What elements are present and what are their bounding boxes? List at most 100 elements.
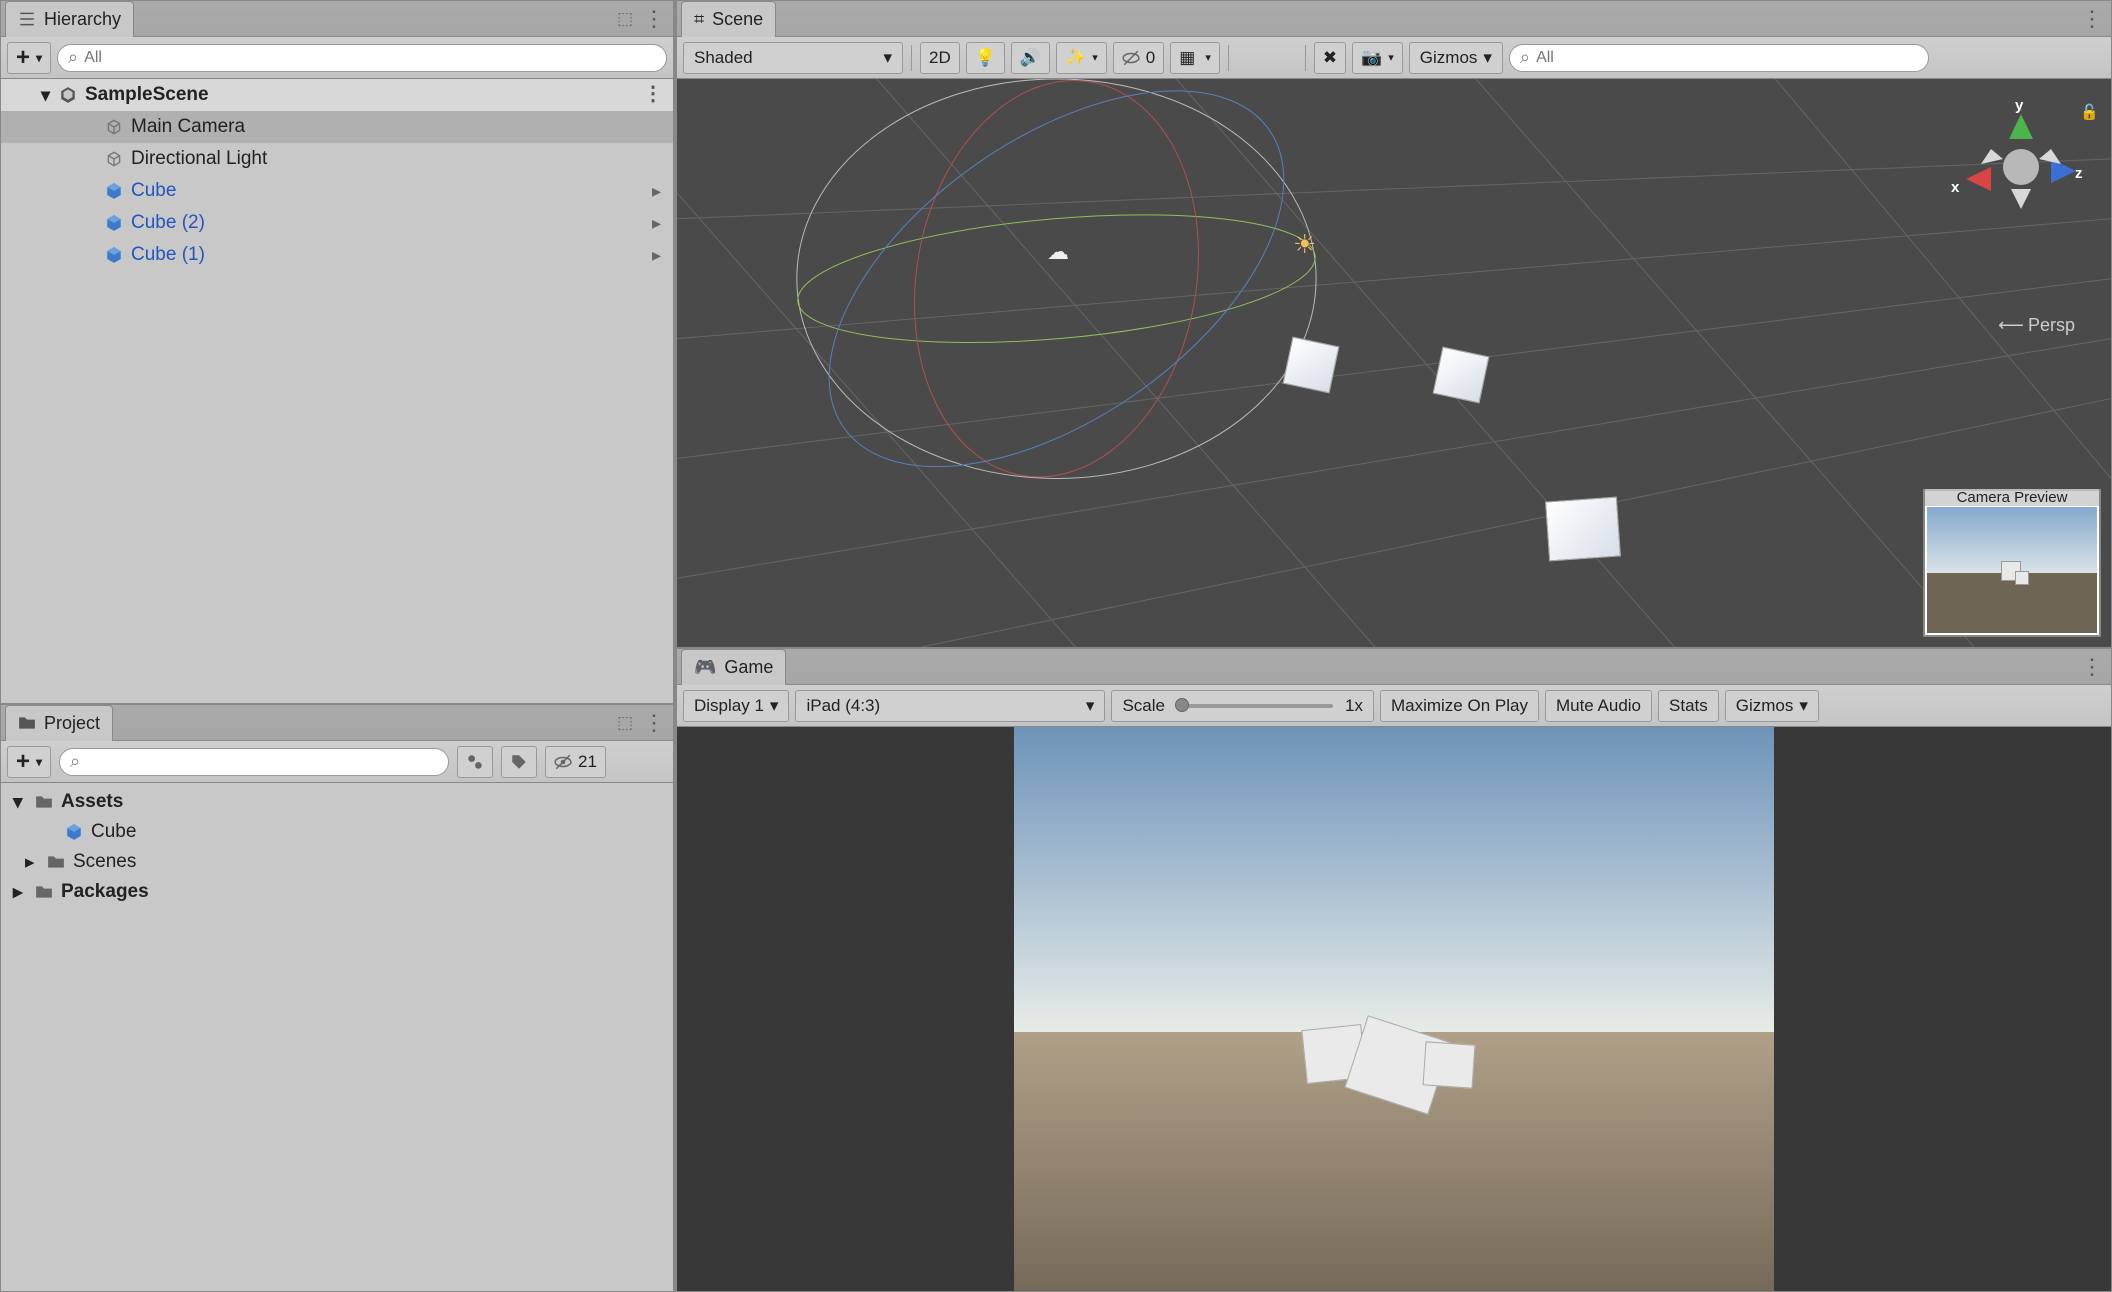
hierarchy-title: Hierarchy	[44, 9, 121, 30]
hierarchy-item-main-camera[interactable]: Main Camera	[1, 111, 673, 143]
asset-scenes-folder[interactable]: ▸ Scenes	[1, 847, 673, 877]
search-icon: ⌕	[70, 751, 80, 772]
scene-search[interactable]: ⌕	[1509, 44, 1929, 72]
scene-tab[interactable]: ⌗ Scene	[681, 1, 776, 37]
grid-dropdown[interactable]: ▦▾	[1170, 42, 1220, 74]
2d-toggle[interactable]: 2D	[920, 42, 960, 74]
scale-label: Scale	[1122, 696, 1165, 716]
scale-control: Scale 1x	[1111, 690, 1374, 722]
project-icon	[18, 714, 36, 732]
scale-slider[interactable]	[1177, 704, 1333, 708]
prefab-icon	[105, 246, 123, 264]
game-viewport[interactable]	[677, 727, 2111, 1291]
create-button[interactable]: + ▾	[7, 746, 51, 778]
hierarchy-item-label: Directional Light	[131, 148, 267, 170]
tools-icon: ✖	[1323, 48, 1337, 68]
panel-menu-icon[interactable]: ⋮	[643, 6, 665, 32]
search-icon: ⌕	[1520, 47, 1530, 68]
camera-preview[interactable]: Camera Preview	[1923, 489, 2101, 637]
project-tab[interactable]: Project	[5, 705, 113, 741]
folder-icon	[35, 883, 53, 901]
visibility-count: 21	[578, 752, 597, 772]
unity-icon	[59, 86, 77, 104]
camera-preview-cube	[2015, 571, 2029, 585]
prefab-icon	[105, 214, 123, 232]
visibility-toggle[interactable]: 0	[1113, 42, 1164, 74]
persp-label[interactable]: ⟵Persp	[1998, 315, 2075, 336]
divider	[1305, 45, 1306, 71]
mute-toggle[interactable]: Mute Audio	[1545, 690, 1652, 722]
grid-icon: ▦	[1179, 48, 1195, 68]
orientation-gizmo[interactable]: y x z 🔓	[1961, 109, 2081, 239]
project-search[interactable]: ⌕	[59, 748, 449, 776]
scale-value: 1x	[1345, 696, 1363, 716]
scene-cube[interactable]	[1545, 497, 1621, 562]
project-title: Project	[44, 713, 100, 734]
project-search-input[interactable]	[86, 753, 438, 771]
chevron-right-icon[interactable]: ▸	[652, 181, 661, 202]
game-panel: 🎮 Game ⋮ Display 1 ▾ iPad (4:3) ▾ Scale	[676, 648, 2112, 1292]
dropdown-icon: ▾	[770, 696, 779, 716]
caret-down-icon: ▾	[13, 791, 27, 814]
lock-icon[interactable]: 🔓	[2080, 103, 2099, 121]
camera-dropdown[interactable]: 📷▾	[1352, 42, 1403, 74]
aspect-dropdown[interactable]: iPad (4:3) ▾	[795, 690, 1105, 722]
lock-icon[interactable]: ⬚	[617, 9, 633, 29]
scene-cube[interactable]	[1433, 347, 1490, 404]
hierarchy-item-label: Cube (2)	[131, 212, 205, 234]
assets-folder[interactable]: ▾ Assets	[1, 787, 673, 817]
dropdown-icon: ▾	[1092, 51, 1098, 64]
scene-viewport[interactable]: ☁ ☀ y	[677, 79, 2111, 647]
scene-name: SampleScene	[85, 84, 209, 106]
create-button[interactable]: + ▾	[7, 42, 51, 74]
display-dropdown[interactable]: Display 1 ▾	[683, 690, 789, 722]
scene-tabbar: ⌗ Scene ⋮	[677, 1, 2111, 37]
scene-cube[interactable]	[1283, 337, 1340, 394]
audio-toggle[interactable]: 🔊	[1011, 42, 1050, 74]
maximize-toggle[interactable]: Maximize On Play	[1380, 690, 1539, 722]
packages-folder[interactable]: ▸ Packages	[1, 877, 673, 907]
prefab-icon	[65, 823, 83, 841]
panel-menu-icon[interactable]: ⋮	[2081, 654, 2103, 680]
tools-button[interactable]: ✖	[1314, 42, 1346, 74]
shading-dropdown[interactable]: Shaded ▾	[683, 42, 903, 74]
dropdown-icon: ▾	[883, 48, 892, 68]
game-gizmos-dropdown[interactable]: Gizmos ▾	[1725, 690, 1819, 722]
game-tab[interactable]: 🎮 Game	[681, 649, 786, 685]
hierarchy-tabbar: Hierarchy ⬚ ⋮	[1, 1, 673, 37]
project-tabbar: Project ⬚ ⋮	[1, 705, 673, 741]
add-icon: +	[16, 748, 30, 776]
hierarchy-item-label: Cube	[131, 180, 176, 202]
gizmos-dropdown[interactable]: Gizmos ▾	[1409, 42, 1503, 74]
hierarchy-item-label: Main Camera	[131, 116, 245, 138]
game-render	[1014, 727, 1774, 1291]
hierarchy-item-cube-2[interactable]: Cube (2) ▸	[1, 207, 673, 239]
panel-menu-icon[interactable]: ⋮	[2081, 6, 2103, 32]
lighting-toggle[interactable]: 💡	[966, 42, 1005, 74]
filter-type-button[interactable]	[457, 746, 493, 778]
filter-label-button[interactable]	[501, 746, 537, 778]
asset-cube-prefab[interactable]: Cube	[1, 817, 673, 847]
scene-row[interactable]: ▾ SampleScene ⋮	[1, 79, 673, 111]
hierarchy-item-cube[interactable]: Cube ▸	[1, 175, 673, 207]
scene-menu-icon[interactable]: ⋮	[643, 81, 663, 106]
fx-dropdown[interactable]: ✨▾	[1056, 42, 1107, 74]
chevron-right-icon[interactable]: ▸	[652, 245, 661, 266]
hierarchy-item-cube-1[interactable]: Cube (1) ▸	[1, 239, 673, 271]
scene-search-input[interactable]	[1536, 49, 1918, 67]
lock-icon[interactable]: ⬚	[617, 713, 633, 733]
shading-label: Shaded	[694, 48, 753, 68]
scene-toolbar: Shaded ▾ 2D 💡 🔊 ✨▾ 0 ▦▾ ✖ 📷▾	[677, 37, 2111, 79]
hierarchy-tab[interactable]: Hierarchy	[5, 1, 134, 37]
visibility-button[interactable]: 21	[545, 746, 606, 778]
hierarchy-search[interactable]: ⌕	[57, 44, 667, 72]
hierarchy-tree: ▾ SampleScene ⋮ Main Camera Directional …	[1, 79, 673, 703]
hierarchy-item-directional-light[interactable]: Directional Light	[1, 143, 673, 175]
chevron-right-icon[interactable]: ▸	[652, 213, 661, 234]
stats-toggle[interactable]: Stats	[1658, 690, 1719, 722]
dropdown-icon: ▾	[36, 755, 42, 769]
game-toolbar: Display 1 ▾ iPad (4:3) ▾ Scale 1x Maximi…	[677, 685, 2111, 727]
panel-menu-icon[interactable]: ⋮	[643, 710, 665, 736]
gameobject-icon	[105, 118, 123, 136]
hierarchy-search-input[interactable]	[84, 49, 656, 67]
